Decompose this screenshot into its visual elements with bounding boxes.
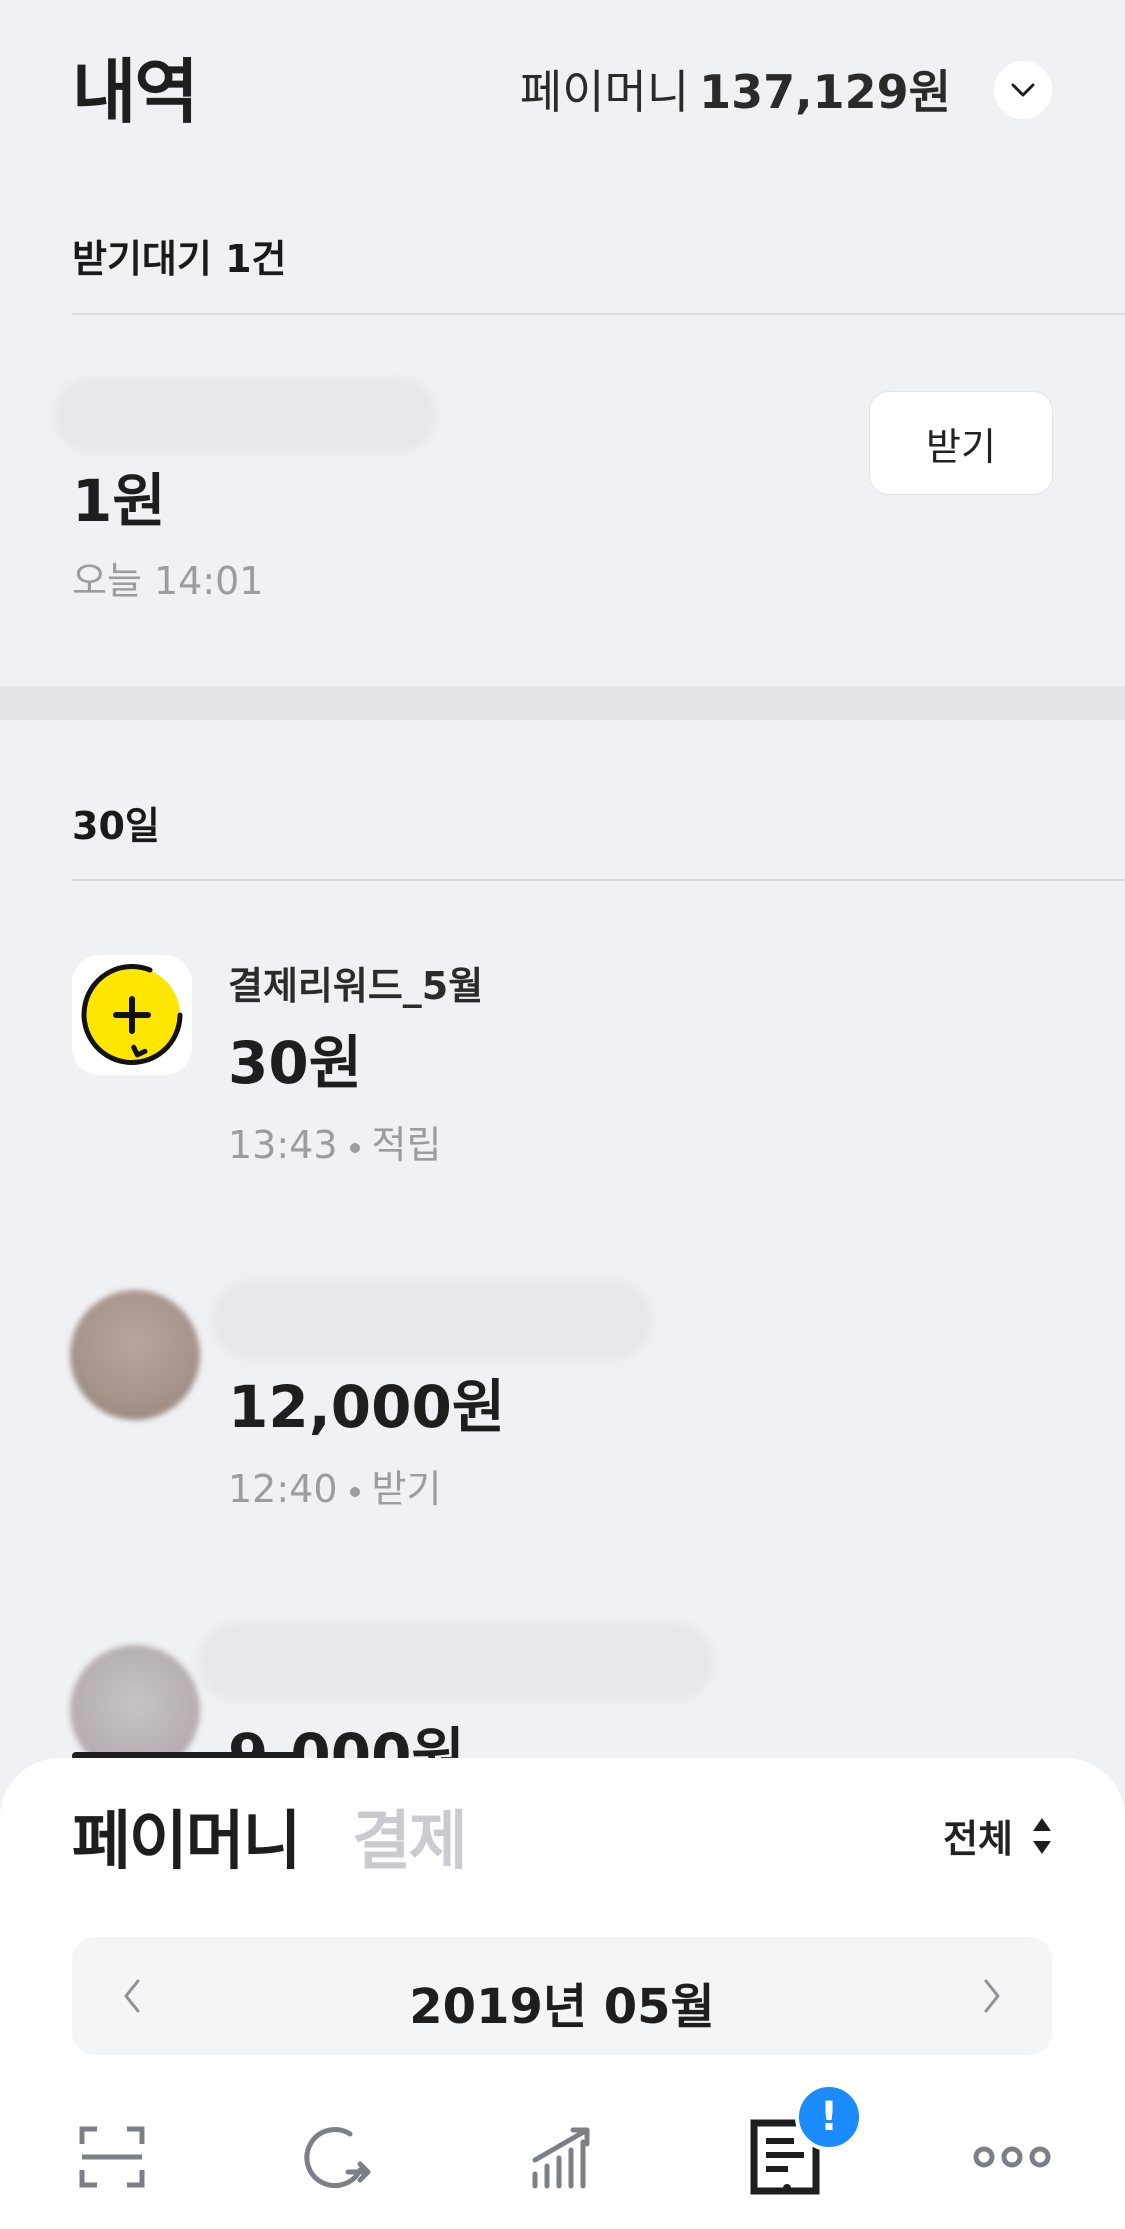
tab-payment[interactable]: 결제 [352, 1790, 468, 1882]
tab-paymoney[interactable]: 페이머니 [72, 1790, 302, 1882]
sender-name-redacted [54, 378, 436, 452]
pending-amount: 1원 [72, 467, 166, 535]
separator-dot [349, 1142, 360, 1153]
transaction-type: 받기 [371, 1467, 442, 1511]
nav-investment[interactable] [517, 2112, 607, 2202]
separator-dot [349, 1486, 360, 1497]
section-separator [0, 686, 1125, 720]
sort-arrows-icon [1033, 1817, 1051, 1854]
sender-name-redacted [212, 1280, 652, 1360]
month-selector: 2019년 05월 [72, 1937, 1052, 2055]
transaction-name: 결제리워드_5월 [228, 964, 484, 1008]
list-item[interactable]: 9,000원 [0, 1600, 1125, 1758]
transaction-time: 13:43 [228, 1123, 338, 1167]
transaction-meta: 13:43 적립 [228, 1114, 441, 1169]
transaction-amount: 12,000원 [228, 1373, 506, 1441]
avatar [70, 1645, 200, 1758]
chevron-right-icon [984, 1979, 1000, 2013]
list-item[interactable]: 12,000원 12:40 받기 [0, 1240, 1125, 1540]
day-group-title: 30일 [72, 804, 160, 848]
chevron-down-icon [1011, 83, 1035, 97]
list-item[interactable]: 결제리워드_5월 30원 13:43 적립 [0, 940, 1125, 1200]
transaction-type: 적립 [371, 1123, 442, 1167]
chart-icon [532, 2127, 590, 2189]
notification-badge: ! [795, 2083, 863, 2151]
nav-more[interactable] [967, 2112, 1057, 2202]
month-label: 2019년 05월 [409, 1979, 715, 2035]
balance-dropdown-button[interactable] [994, 61, 1052, 119]
pending-section-title: 받기대기 1건 [72, 237, 287, 281]
transaction-meta: 12:40 받기 [228, 1458, 441, 1513]
transaction-amount: 30원 [228, 1029, 363, 1097]
balance-amount: 137,129원 [699, 65, 951, 119]
divider [72, 313, 1125, 315]
avatar [70, 1290, 200, 1420]
refresh-icon [304, 2127, 371, 2189]
sender-name-redacted [198, 1622, 714, 1700]
transaction-time: 12:40 [228, 1467, 338, 1511]
filter-label: 전체 [943, 1817, 1013, 1861]
next-month-button[interactable] [962, 1966, 1022, 2026]
page-title: 내역 [72, 51, 199, 133]
divider [72, 879, 1125, 881]
paymoney-balance[interactable]: 페이머니 137,129원 [520, 56, 951, 122]
scan-icon [79, 2126, 145, 2188]
more-icon [973, 2146, 1051, 2168]
transaction-amount: 9,000원 [228, 1721, 465, 1758]
pending-time: 오늘 14:01 [72, 559, 264, 603]
nav-scan[interactable] [67, 2112, 157, 2202]
balance-label: 페이머니 [519, 65, 690, 119]
nav-remittance[interactable] [293, 2112, 383, 2202]
receive-button[interactable]: 받기 [869, 391, 1053, 495]
active-indicator [783, 2184, 791, 2192]
filter-dropdown[interactable]: 전체 [943, 1808, 1053, 1863]
